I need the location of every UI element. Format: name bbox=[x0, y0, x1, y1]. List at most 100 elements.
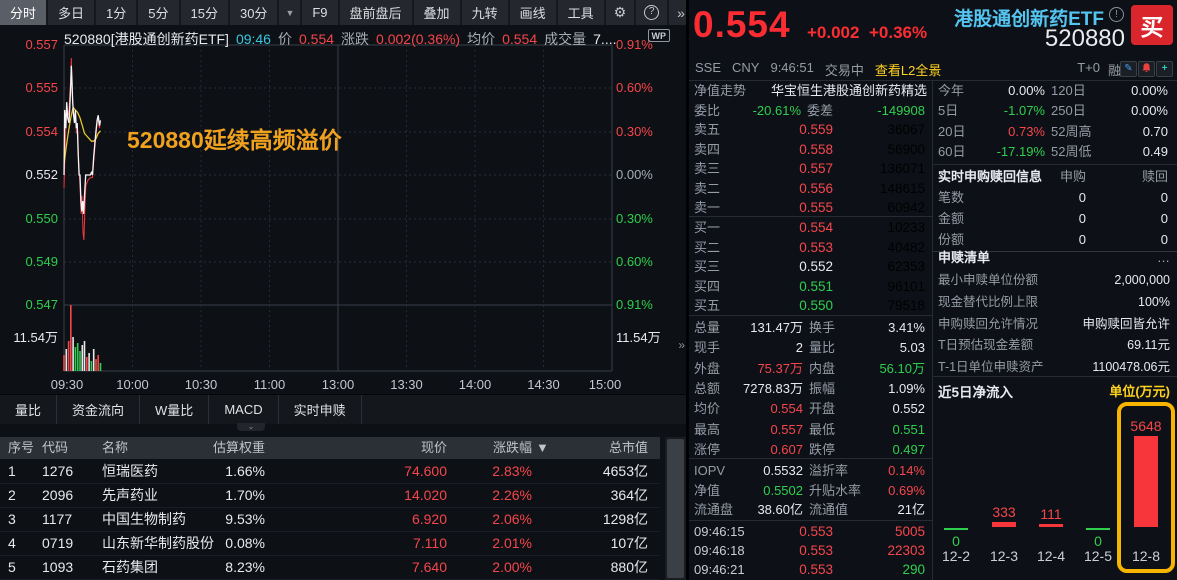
stat-label-1: 现手 bbox=[694, 338, 720, 358]
alert-bell-icon[interactable] bbox=[1138, 61, 1155, 77]
toolbar-action-叠加[interactable]: 叠加 bbox=[414, 0, 460, 25]
tab-MACD[interactable]: MACD bbox=[209, 395, 278, 424]
tick-volume: 5005 bbox=[835, 522, 925, 542]
stat-label-2: 振幅 bbox=[809, 379, 835, 399]
toolbar-period-5分[interactable]: 5分 bbox=[138, 0, 178, 25]
wp-badge-icon[interactable]: WP bbox=[648, 29, 671, 42]
ask-row[interactable]: 卖一0.55560942 bbox=[689, 198, 932, 218]
iopv-label-1: IOPV bbox=[694, 461, 725, 481]
volume-bar bbox=[91, 361, 93, 371]
table-row[interactable]: 22096先声药业1.70%14.0202.26%364亿 bbox=[0, 483, 660, 508]
iopv-value-2: 0.69% bbox=[839, 481, 925, 501]
panel-collapse-icon[interactable]: » bbox=[678, 338, 685, 352]
chart-annotation: 520880延续高频溢价 bbox=[127, 121, 342, 155]
stat-label-1: 均价 bbox=[694, 399, 720, 419]
cell-index: 1 bbox=[8, 459, 38, 483]
add-plus-icon[interactable]: + bbox=[1156, 61, 1173, 77]
stat-value-2: 0.552 bbox=[839, 399, 925, 419]
bid-row[interactable]: 买一0.55410233 bbox=[689, 218, 932, 238]
orderbook-divider bbox=[689, 216, 932, 217]
tab-实时申赎[interactable]: 实时申赎 bbox=[279, 395, 362, 424]
toolbar-action-九转[interactable]: 九转 bbox=[462, 0, 508, 25]
buy-button[interactable]: 买 bbox=[1131, 5, 1173, 45]
change-value: 0.002(0.36%) bbox=[376, 31, 460, 47]
bid-row[interactable]: 买四0.55196101 bbox=[689, 277, 932, 297]
ask-row[interactable]: 卖五0.55936067 bbox=[689, 120, 932, 140]
toolbar-action-F9[interactable]: F9 bbox=[302, 0, 337, 25]
tab-资金流向[interactable]: 资金流向 bbox=[57, 395, 140, 424]
iopv-label-1: 净值 bbox=[694, 481, 720, 501]
toolbar-period-30分[interactable]: 30分 bbox=[230, 0, 277, 25]
settings-gear-icon[interactable]: ⚙ bbox=[606, 0, 635, 25]
ask-row[interactable]: 卖三0.557136071 bbox=[689, 159, 932, 179]
perf-label-1: 5日 bbox=[938, 101, 958, 121]
table-header-col-no[interactable]: 序号 bbox=[8, 437, 38, 459]
perf-value-1: 0.00% bbox=[969, 81, 1045, 101]
flow-date-label: 12-3 bbox=[979, 548, 1029, 564]
stat-label-1: 最高 bbox=[694, 420, 720, 440]
toolbar-period-多日[interactable]: 多日 bbox=[48, 0, 94, 25]
toolbar-period-15分[interactable]: 15分 bbox=[181, 0, 228, 25]
edit-pencil-icon[interactable]: ✎ bbox=[1120, 61, 1137, 77]
table-header: 序号代码名称估算权重现价涨跌幅总市值▼ bbox=[0, 437, 660, 459]
period-dropdown-caret-icon[interactable]: ▼ bbox=[279, 0, 300, 25]
table-row[interactable]: 40719山东新华制药股份0.08%7.1102.01%107亿 bbox=[0, 531, 660, 556]
nav-name: 华宝恒生港股通创新药精选 bbox=[745, 81, 927, 101]
rt-row: 金额00 bbox=[933, 209, 1177, 229]
cell-change-pct: 2.01% bbox=[432, 531, 532, 555]
bid-row[interactable]: 买三0.55262353 bbox=[689, 257, 932, 277]
toolbar-action-工具[interactable]: 工具 bbox=[558, 0, 604, 25]
tab-量比[interactable]: 量比 bbox=[0, 395, 57, 424]
rt-header-row: 实时申购赎回信息申购赎回 bbox=[933, 167, 1177, 187]
l2-panorama-link[interactable]: 查看L2全景 bbox=[875, 60, 941, 79]
perf-label-1: 60日 bbox=[938, 142, 965, 162]
ask-row[interactable]: 卖四0.55856900 bbox=[689, 140, 932, 160]
iopv-value-1: 0.5532 bbox=[725, 461, 803, 481]
table-row[interactable]: 31177中国生物制药9.53%6.9202.06%1298亿 bbox=[0, 507, 660, 532]
scrollbar-thumb[interactable] bbox=[667, 439, 684, 578]
y-axis-pct-label: 0.60% bbox=[616, 254, 653, 269]
stat-value-2: 56.10万 bbox=[839, 359, 925, 379]
table-row[interactable]: 11276恒瑞医药1.66%74.6002.83%4653亿 bbox=[0, 459, 660, 484]
table-header-col-chg[interactable]: 涨跌幅 bbox=[432, 437, 532, 459]
ask-volume: 148615 bbox=[835, 179, 925, 199]
table-collapse-handle[interactable]: ⌄ bbox=[237, 423, 265, 431]
perf-value-2: 0.00% bbox=[1083, 81, 1168, 101]
toolbar-period-分时[interactable]: 分时 bbox=[0, 0, 46, 25]
y-axis-price-label: 0.552 bbox=[25, 167, 58, 182]
table-row[interactable]: 51093石药集团8.23%7.6402.00%880亿 bbox=[0, 555, 660, 580]
table-header-col-code[interactable]: 代码 bbox=[42, 437, 98, 459]
cell-change-pct: 2.06% bbox=[432, 507, 532, 531]
intraday-chart[interactable]: 520880[港股通创新药ETF]09:46价0.554涨跌0.002(0.36… bbox=[0, 25, 686, 394]
table-scrollbar[interactable] bbox=[665, 437, 686, 580]
ask-level-label: 卖五 bbox=[694, 120, 720, 140]
volume-bar bbox=[77, 343, 79, 371]
stat-value-2: 0.551 bbox=[839, 420, 925, 440]
bid-row[interactable]: 买二0.55340482 bbox=[689, 238, 932, 258]
bid-row[interactable]: 买五0.55079518 bbox=[689, 296, 932, 316]
table-header-col-cap[interactable]: 总市值 bbox=[548, 437, 648, 459]
tab-W量比[interactable]: W量比 bbox=[140, 395, 209, 424]
toolbar-period-1分[interactable]: 1分 bbox=[96, 0, 136, 25]
list-more-icon[interactable]: … bbox=[1133, 248, 1170, 268]
stat-label-1: 外盘 bbox=[694, 359, 720, 379]
ask-volume: 60942 bbox=[835, 198, 925, 218]
toolbar-action-画线[interactable]: 画线 bbox=[510, 0, 556, 25]
help-icon[interactable]: ? bbox=[636, 0, 667, 25]
trading-status: 交易中 bbox=[825, 60, 864, 79]
stat-row: 涨停0.607跌停0.497 bbox=[689, 440, 932, 460]
change-label: 涨跌 bbox=[341, 31, 369, 47]
table-header-col-weight[interactable]: 估算权重 bbox=[165, 437, 265, 459]
sort-desc-icon[interactable]: ▼ bbox=[536, 437, 549, 459]
ask-row[interactable]: 卖二0.556148615 bbox=[689, 179, 932, 199]
info-icon[interactable]: ! bbox=[1109, 7, 1124, 22]
cell-market-cap: 4653亿 bbox=[548, 459, 648, 483]
toolbar-action-盘前盘后[interactable]: 盘前盘后 bbox=[340, 0, 412, 25]
toolbar: 分时多日1分5分15分30分 ▼ F9盘前盘后叠加九转画线工具 ⚙ ? » bbox=[0, 0, 686, 25]
perf-label-2: 120日 bbox=[1051, 81, 1086, 101]
list-value: 2,000,000 bbox=[1056, 270, 1170, 290]
list-row: 现金替代比例上限100% bbox=[933, 292, 1177, 312]
cell-weight: 9.53% bbox=[165, 507, 265, 531]
stat-label-2: 最低 bbox=[809, 420, 835, 440]
rt-redeem-value: 0 bbox=[1091, 230, 1168, 250]
